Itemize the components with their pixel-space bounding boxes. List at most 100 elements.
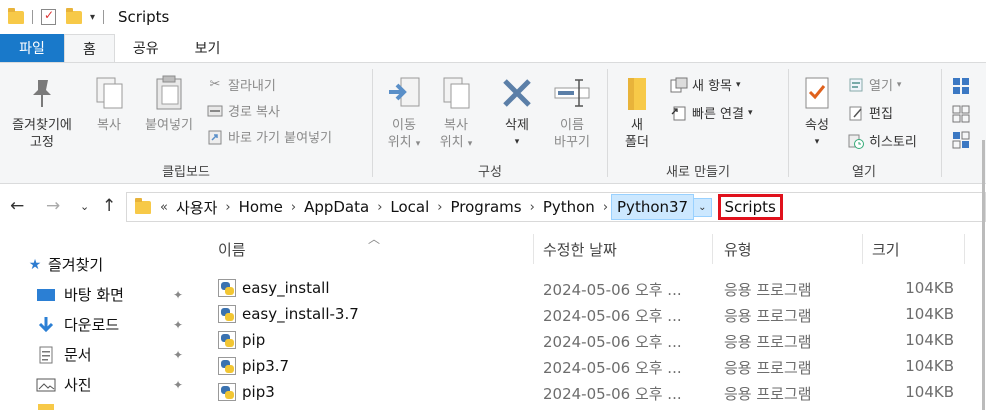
new-item-button[interactable]: 새 항목 ▾ (670, 75, 741, 94)
new-folder-icon[interactable] (66, 7, 82, 24)
crumb-separator-icon[interactable]: › (527, 200, 538, 215)
recent-locations-chevron-icon[interactable]: ⌄ (80, 200, 89, 213)
tab-home[interactable]: 홈 (64, 34, 115, 62)
crumb-separator-icon[interactable]: › (222, 200, 233, 215)
crumb-separator-icon[interactable]: › (600, 200, 611, 215)
nav-item-desktop[interactable]: 바탕 화면 (36, 284, 124, 305)
star-icon: ★ (28, 256, 42, 273)
file-row[interactable]: pip 2024-05-06 오후 ... 응용 프로그램 104KB (200, 328, 986, 354)
crumb-dropdown-chevron-icon[interactable]: ⌄ (694, 197, 712, 217)
column-divider[interactable] (533, 234, 534, 264)
properties-dropdown-icon[interactable]: ▾ (795, 134, 839, 151)
tab-view[interactable]: 보기 (177, 34, 239, 62)
column-header-size[interactable]: 크기 (872, 230, 900, 268)
python-file-icon (218, 383, 236, 401)
tab-share[interactable]: 공유 (115, 34, 177, 62)
history-icon (847, 132, 865, 150)
column-header-type[interactable]: 유형 (724, 230, 752, 268)
rename-label-1: 이름 (560, 118, 584, 133)
copy-path-button[interactable]: 경로 복사 (206, 101, 280, 120)
clipboard-group-label: 클립보드 (162, 165, 210, 180)
new-folder-button[interactable]: 새 폴더 (614, 73, 660, 151)
separator (103, 10, 105, 24)
column-divider[interactable] (964, 234, 965, 264)
copy-to-label-1: 복사 (444, 118, 468, 133)
nav-item-pictures[interactable]: 사진 (36, 374, 92, 395)
scissors-icon: ✂ (209, 77, 221, 92)
crumb-python37[interactable]: Python37 (611, 194, 695, 220)
select-none-icon[interactable] (952, 105, 970, 127)
vertical-scrollbar[interactable] (982, 140, 985, 410)
edit-button[interactable]: 편집 (847, 103, 893, 122)
organize-group: 이동 위치 ▾ 복사 위치 ▾ 삭제 ▾ 이름 바꾸기 구성 (373, 63, 607, 184)
sort-ascending-icon: ︿ (368, 232, 381, 246)
column-divider[interactable] (862, 234, 863, 264)
move-to-label-2: 위치 ▾ (387, 135, 421, 150)
nav-item-downloads[interactable]: 다운로드 (36, 314, 119, 335)
open-dropdown-icon: ▾ (896, 79, 902, 90)
new-folder-icon (614, 73, 660, 113)
file-name: easy_install-3.7 (242, 305, 359, 323)
move-to-button[interactable]: 이동 위치 ▾ (381, 73, 427, 153)
delete-dropdown-icon[interactable]: ▾ (497, 134, 537, 151)
crumb-users[interactable]: 사용자 (171, 197, 222, 218)
overflow-chevron-icon[interactable]: « (157, 200, 171, 215)
clipboard-group: 즐겨찾기에 고정 복사 붙여넣기 ✂ 잘라내기 경로 복사 바로 가기 붙여넣기 (0, 63, 372, 184)
rename-button[interactable]: 이름 바꾸기 (545, 73, 599, 151)
crumb-home[interactable]: Home (234, 198, 288, 216)
new-item-dropdown-icon: ▾ (736, 79, 741, 90)
copy-to-button[interactable]: 복사 위치 ▾ (433, 73, 479, 153)
crumb-local[interactable]: Local (385, 198, 434, 216)
paste-label: 붙여넣기 (145, 118, 193, 133)
file-name: easy_install (242, 279, 330, 297)
column-divider[interactable] (712, 234, 713, 264)
tab-file[interactable]: 파일 (0, 34, 64, 62)
file-size: 104KB (905, 305, 954, 323)
forward-arrow-icon[interactable]: → (46, 196, 60, 216)
crumb-separator-icon[interactable]: › (434, 200, 445, 215)
new-folder-label-1: 새 (631, 118, 643, 133)
delete-button[interactable]: 삭제 ▾ (497, 73, 537, 151)
paste-button[interactable]: 붙여넣기 (136, 73, 202, 134)
file-date: 2024-05-06 오후 ... (543, 333, 682, 351)
customize-dropdown-icon[interactable]: ▾ (90, 12, 95, 23)
easy-access-button[interactable]: 빠른 연결 ▾ (670, 103, 753, 122)
address-bar[interactable]: « 사용자 › Home › AppData › Local › Program… (126, 192, 986, 222)
crumb-separator-icon[interactable]: › (374, 200, 385, 215)
paste-shortcut-icon (206, 128, 224, 146)
rename-label-2: 바꾸기 (554, 135, 590, 150)
crumb-appdata[interactable]: AppData (299, 198, 374, 216)
open-button[interactable]: 열기 ▾ (847, 75, 901, 94)
nav-item-label: 사진 (64, 376, 92, 394)
file-row[interactable]: easy_install-3.7 2024-05-06 오후 ... 응용 프로… (200, 302, 986, 328)
properties-button[interactable]: 속성 ▾ (795, 73, 839, 151)
pin-to-quick-access-button[interactable]: 즐겨찾기에 고정 (6, 73, 78, 151)
file-row[interactable]: pip3 2024-05-06 오후 ... 응용 프로그램 104KB (200, 380, 986, 406)
file-name: pip3 (242, 383, 275, 401)
nav-quick-access[interactable]: ★ 즐겨찾기 (28, 254, 103, 275)
folder-icon (135, 197, 151, 214)
pin-icon (6, 73, 78, 113)
easy-access-icon (670, 104, 688, 122)
properties-icon[interactable] (41, 8, 56, 25)
crumb-programs[interactable]: Programs (446, 198, 527, 216)
paste-shortcut-button[interactable]: 바로 가기 붙여넣기 (206, 127, 332, 146)
crumb-python[interactable]: Python (538, 198, 600, 216)
cut-button[interactable]: ✂ 잘라내기 (206, 75, 276, 94)
copy-path-label: 경로 복사 (228, 105, 280, 120)
invert-selection-icon[interactable] (952, 131, 970, 153)
column-header-name[interactable]: 이름 (218, 230, 246, 268)
column-header-date[interactable]: 수정한 날짜 (543, 230, 617, 268)
file-row[interactable]: easy_install 2024-05-06 오후 ... 응용 프로그램 1… (200, 276, 986, 302)
navigation-pane: ★ 즐겨찾기 바탕 화면 ✦ 다운로드 ✦ 문서 ✦ 사진 ✦ (0, 230, 200, 410)
nav-item-documents[interactable]: 문서 (36, 344, 92, 365)
history-button[interactable]: 히스토리 (847, 131, 917, 150)
select-all-icon[interactable] (952, 77, 970, 99)
pin-icon: ✦ (173, 378, 184, 392)
crumb-current-scripts[interactable]: Scripts (717, 194, 783, 220)
back-arrow-icon[interactable]: ← (10, 196, 24, 216)
copy-button[interactable]: 복사 (86, 73, 132, 134)
crumb-separator-icon[interactable]: › (288, 200, 299, 215)
file-row[interactable]: pip3.7 2024-05-06 오후 ... 응용 프로그램 104KB (200, 354, 986, 380)
up-arrow-icon[interactable]: ↑ (102, 196, 116, 216)
